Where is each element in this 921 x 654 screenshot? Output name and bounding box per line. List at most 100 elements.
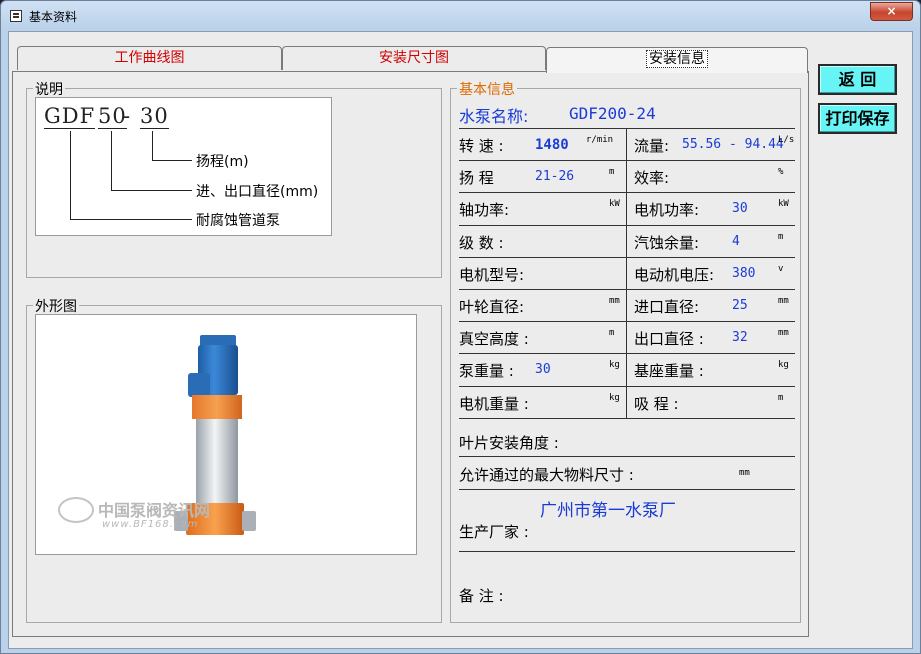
max-material-unit: mm bbox=[739, 468, 750, 478]
param-label-left: 转 速 : bbox=[459, 137, 504, 155]
param-unit-right: kW bbox=[778, 199, 789, 210]
param-unit-right: v bbox=[778, 263, 784, 274]
row-divider-material bbox=[459, 489, 795, 490]
outline-group-title: 外形图 bbox=[33, 296, 79, 316]
remark-label: 备 注 : bbox=[459, 587, 504, 605]
watermark-text: 中国泵阀资讯网 bbox=[98, 501, 211, 520]
param-value-right: 32 bbox=[732, 330, 748, 346]
leader-line-diameter bbox=[111, 131, 112, 191]
main-window: 基本资料 × 工作曲线图 安装尺寸图 安装信息 说明 GDF 50 - 30 扬… bbox=[0, 0, 921, 654]
param-label-right: 电动机电压: bbox=[634, 265, 715, 284]
row-divider bbox=[459, 353, 795, 354]
row-divider bbox=[459, 160, 795, 161]
param-label-right: 效率: bbox=[634, 169, 670, 188]
pump-stainless-body bbox=[196, 419, 238, 505]
param-label-left: 真空高度 : bbox=[459, 330, 529, 349]
param-unit-left: r/min bbox=[586, 135, 614, 145]
max-material-label: 允许通过的最大物料尺寸 : bbox=[459, 466, 634, 484]
row-divider bbox=[459, 257, 795, 258]
param-unit-left: kg bbox=[609, 392, 620, 403]
param-value-right: 55.56 - 94.44 bbox=[682, 137, 784, 152]
param-value-right: 25 bbox=[732, 298, 748, 313]
tab-installation-info[interactable]: 安装信息 bbox=[546, 47, 808, 73]
model-code-head: 30 bbox=[140, 104, 169, 129]
legend-series-text: 耐腐蚀管道泵 bbox=[196, 213, 280, 229]
model-code-series: GDF bbox=[44, 104, 96, 129]
pump-image: 中国泵阀资讯网 www.BF168.com bbox=[35, 314, 417, 555]
table-border-top bbox=[459, 128, 795, 129]
watermark-url: www.BF168.com bbox=[102, 519, 199, 530]
row-divider-blade bbox=[459, 456, 795, 457]
row-divider bbox=[459, 418, 795, 419]
param-label-left: 轴功率: bbox=[459, 201, 510, 220]
param-label-right: 流量: bbox=[634, 137, 670, 155]
param-label-right: 汽蚀余量: bbox=[634, 233, 700, 252]
row-divider bbox=[459, 289, 795, 290]
param-value-right: 30 bbox=[732, 201, 748, 217]
param-label-right: 进口直径: bbox=[634, 298, 700, 316]
model-code-dash: - bbox=[123, 104, 132, 128]
param-unit-right: m bbox=[778, 231, 784, 242]
tab-content: 说明 GDF 50 - 30 扬程(m) 进、出口直径(mm) 耐腐蚀管道泵 外… bbox=[12, 71, 809, 637]
param-unit-right: kg bbox=[778, 360, 789, 371]
leader-line-series-h bbox=[70, 219, 192, 220]
param-label-left: 扬 程 bbox=[459, 169, 494, 188]
leader-line-head bbox=[152, 131, 153, 161]
param-unit-left: m bbox=[609, 167, 615, 178]
outline-group: 外形图 中国泵阀资讯网 www.BF168.com bbox=[26, 296, 442, 623]
manufacturer-label: 生产厂家 : bbox=[459, 523, 529, 541]
param-label-left: 电机重量 : bbox=[459, 394, 529, 413]
window-title: 基本资料 bbox=[29, 10, 78, 24]
tab-installation-info-label: 安装信息 bbox=[646, 50, 708, 68]
basic-info-group: 基本信息 水泵名称: GDF200-24 转 速 : 1480 r/min 流量: 55… bbox=[450, 79, 801, 623]
param-value-left: 30 bbox=[535, 362, 551, 378]
manufacturer-value: 广州市第一水泵厂 bbox=[540, 501, 676, 521]
param-unit-right: mm bbox=[778, 296, 789, 306]
basic-info-title: 基本信息 bbox=[457, 79, 517, 99]
blade-angle-label: 叶片安装角度 : bbox=[459, 434, 559, 452]
close-button[interactable]: × bbox=[870, 2, 913, 21]
title-bar[interactable]: 基本资料 × bbox=[1, 1, 920, 31]
back-button[interactable]: 返 回 bbox=[818, 64, 897, 95]
pump-name-value: GDF200-24 bbox=[569, 104, 656, 123]
param-label-right: 基座重量 : bbox=[634, 362, 704, 381]
param-unit-left: kW bbox=[609, 199, 620, 210]
tab-control: 工作曲线图 安装尺寸图 安装信息 说明 GDF 50 - 30 扬程(m) 进、… bbox=[12, 41, 809, 637]
pump-name-label: 水泵名称: bbox=[459, 107, 529, 126]
leader-line-diameter-h bbox=[111, 190, 192, 191]
param-label-left: 级 数 : bbox=[459, 233, 504, 252]
row-divider-manufacturer bbox=[459, 551, 795, 552]
tab-performance-curve[interactable]: 工作曲线图 bbox=[17, 46, 282, 70]
param-unit-right: mm bbox=[778, 328, 789, 339]
param-unit-right: m bbox=[778, 392, 784, 403]
param-label-right: 电机功率: bbox=[634, 201, 700, 220]
pump-terminal-box bbox=[188, 373, 210, 397]
print-save-button[interactable]: 打印保存 bbox=[818, 103, 897, 134]
model-legend-diagram: GDF 50 - 30 扬程(m) 进、出口直径(mm) 耐腐蚀管道泵 bbox=[35, 97, 332, 236]
param-value-right: 4 bbox=[732, 233, 740, 249]
legend-group: 说明 GDF 50 - 30 扬程(m) 进、出口直径(mm) 耐腐蚀管道泵 bbox=[26, 79, 442, 278]
param-label-left: 泵重量 : bbox=[459, 362, 514, 381]
row-divider bbox=[459, 386, 795, 387]
pump-outlet-port bbox=[242, 511, 256, 531]
param-value-left: 1480 bbox=[535, 137, 569, 153]
app-icon bbox=[10, 10, 22, 22]
param-unit-left: kg bbox=[609, 360, 620, 371]
leader-line-head-h bbox=[152, 160, 192, 161]
param-label-left: 叶轮直径: bbox=[459, 298, 525, 316]
param-value-left: 21-26 bbox=[535, 169, 575, 185]
param-unit-right: L/s bbox=[778, 135, 795, 145]
watermark-logo bbox=[58, 497, 94, 523]
param-value-right: 380 bbox=[732, 265, 756, 281]
param-label-right: 吸 程 : bbox=[634, 394, 679, 413]
table-middle-divider bbox=[626, 128, 627, 418]
row-divider bbox=[459, 192, 795, 193]
param-label-right: 出口直径 : bbox=[634, 330, 704, 349]
row-divider bbox=[459, 225, 795, 226]
legend-head-text: 扬程(m) bbox=[196, 154, 249, 170]
legend-diameter-text: 进、出口直径(mm) bbox=[196, 184, 319, 200]
param-unit-right: % bbox=[778, 167, 784, 178]
pump-bracket bbox=[192, 395, 242, 419]
tab-installation-dimensions[interactable]: 安装尺寸图 bbox=[282, 46, 546, 70]
param-unit-left: mm bbox=[609, 296, 620, 306]
